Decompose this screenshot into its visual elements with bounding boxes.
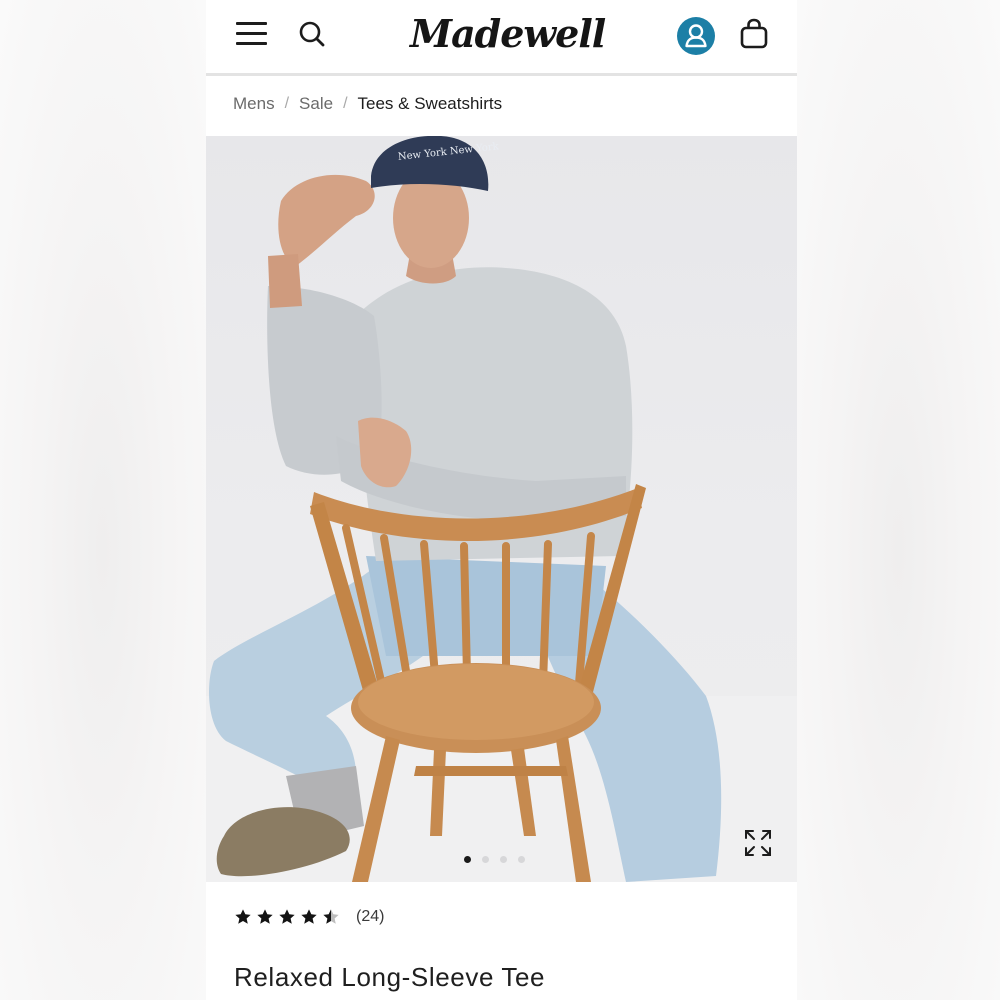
madewell-logo[interactable]: Madewell (410, 8, 606, 60)
shopping-bag-icon[interactable] (739, 18, 769, 50)
breadcrumb: Mens / Sale / Tees & Sweatshirts (233, 92, 502, 116)
product-image[interactable]: New York New York (206, 136, 797, 882)
gallery-dot-2[interactable] (482, 856, 489, 863)
header-divider (206, 73, 797, 76)
breadcrumb-separator: / (343, 95, 348, 112)
breadcrumb-sale[interactable]: Sale (299, 94, 333, 114)
breadcrumb-mens[interactable]: Mens (233, 94, 275, 114)
hamburger-menu-icon[interactable] (236, 20, 268, 48)
review-count[interactable]: (24) (356, 908, 384, 926)
product-title: Relaxed Long-Sleeve Tee (234, 962, 546, 992)
star-half-icon (323, 909, 339, 924)
expand-icon[interactable] (743, 828, 773, 858)
gallery-pagination (464, 856, 525, 863)
star-full-icon (257, 909, 273, 924)
gallery-dot-1[interactable] (464, 856, 471, 863)
account-icon[interactable] (677, 17, 715, 55)
gallery-dot-3[interactable] (500, 856, 507, 863)
page-backdrop-left (0, 0, 206, 1000)
star-full-icon (235, 909, 251, 924)
star-full-icon (279, 909, 295, 924)
star-full-icon (301, 909, 317, 924)
search-icon[interactable] (298, 20, 326, 48)
breadcrumb-current: Tees & Sweatshirts (357, 94, 503, 113)
product-info: (24) Relaxed Long-Sleeve Tee (206, 882, 797, 1000)
breadcrumb-separator: / (284, 95, 290, 112)
mobile-viewport: Madewell Mens / Sale / Tees & Sweatshirt… (206, 0, 797, 1000)
product-photo-illustration: New York New York (206, 136, 797, 882)
page-backdrop-right (797, 0, 1000, 1000)
product-rating[interactable]: (24) (234, 908, 384, 926)
gallery-dot-4[interactable] (518, 856, 525, 863)
site-header: Madewell (206, 0, 797, 74)
